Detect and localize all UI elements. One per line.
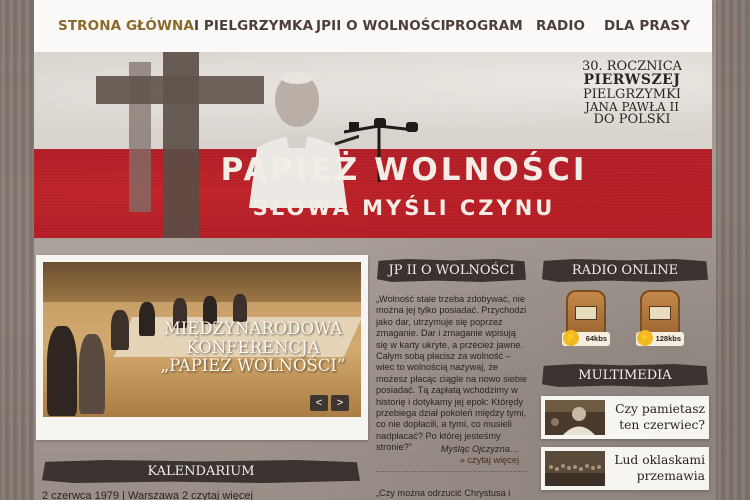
slider-prev-button[interactable]: < — [310, 395, 328, 411]
nav-item-program[interactable]: PROGRAM — [445, 18, 523, 34]
nav-item-press[interactable]: DLA PRASY — [604, 18, 690, 34]
conference-wall — [43, 262, 361, 302]
nav-item-home[interactable]: STRONA GŁÓWNA — [58, 18, 194, 34]
radio-streams: 64kbs ⚡ 128kbs ⚡ — [556, 290, 696, 354]
banner-subtitle: SŁOWA MYŚLI CZYNU — [252, 196, 556, 220]
page-edge-left — [0, 0, 34, 500]
nav-item-pilgrimage[interactable]: I PIELGRZYMKA — [194, 18, 313, 34]
attendee-figure — [111, 310, 129, 350]
radio-stream-64[interactable]: 64kbs ⚡ — [562, 290, 610, 350]
slider-caption-line-1: MIĘDZYNARODOWA — [163, 319, 343, 338]
attendee-figure — [47, 326, 77, 416]
attendee-figure — [79, 334, 105, 414]
hero-banner: 30. ROCZNICA PIERWSZEJ PIELGRZYMKI JANA … — [34, 52, 712, 238]
slider-controls: < > — [310, 395, 349, 411]
featured-slider[interactable]: MIĘDZYNARODOWA KONFERENCJA „PAPIEŻ WOLNO… — [36, 255, 368, 440]
play-icon: ⚡ — [637, 330, 653, 346]
read-more-link[interactable]: » czytaj więcej — [376, 455, 519, 465]
calendar-heading: KALENDARIUM — [42, 460, 360, 483]
slider-caption: MIĘDZYNARODOWA KONFERENCJA „PAPIEŻ WOLNO… — [153, 319, 353, 376]
anniversary-tagline: 30. ROCZNICA PIERWSZEJ PIELGRZYMKI JANA … — [568, 59, 696, 127]
next-quote-text: „Czy można odrzucić Chrystusa i — [376, 488, 511, 498]
multimedia-thumbnail — [545, 451, 605, 486]
main-nav: STRONA GŁÓWNA I PIELGRZYMKA JPII O WOLNO… — [34, 0, 712, 52]
slider-caption-line-2: KONFERENCJA — [186, 337, 320, 357]
jp2-freedom-heading: JP II O WOLNOŚCI — [377, 259, 526, 282]
quote-source: Myśląc Ojczyzna… — [440, 444, 519, 454]
quote-divider — [376, 471, 528, 472]
multimedia-item[interactable]: Lud oklaskami przemawia — [541, 447, 709, 490]
freedom-quote-text: „Wolność stale trzeba zdobywać, nie możn… — [376, 294, 528, 453]
multimedia-heading: MULTIMEDIA — [542, 364, 708, 387]
multimedia-item[interactable]: Czy pamietasz ten czerwiec? — [541, 396, 709, 439]
tagline-line-1: 30. ROCZNICA — [581, 59, 683, 74]
slider-caption-line-3: „PAPIEŻ WOLNOŚCI” — [160, 356, 346, 376]
calendar-first-entry[interactable]: 2 czerwca 1979 | Warszawa 2 czytaj więce… — [42, 490, 360, 500]
nav-item-jp2-freedom[interactable]: JPII O WOLNOŚCI — [316, 18, 446, 34]
nav-item-radio[interactable]: RADIO — [536, 18, 585, 34]
page-edge-right — [716, 0, 750, 500]
play-icon: ⚡ — [563, 330, 579, 346]
tagline-line-3: PIELGRZYMKI — [583, 86, 681, 102]
slider-next-button[interactable]: > — [331, 395, 349, 411]
multimedia-item-title: Czy pamietasz ten czerwiec? — [615, 402, 705, 432]
banner-title: PAPIEŻ WOLNOŚCI — [220, 152, 588, 188]
tagline-line-2: PIERWSZEJ — [583, 72, 681, 89]
tagline-line-5: DO POLSKI — [593, 112, 671, 127]
attendee-figure — [233, 294, 247, 322]
radio-stream-128[interactable]: 128kbs ⚡ — [636, 290, 684, 350]
multimedia-item-title: Lud oklaskami przemawia — [614, 453, 705, 483]
multimedia-thumbnail — [545, 400, 605, 435]
slider-image[interactable]: MIĘDZYNARODOWA KONFERENCJA „PAPIEŻ WOLNO… — [43, 262, 361, 417]
radio-online-heading: RADIO ONLINE — [542, 259, 708, 282]
